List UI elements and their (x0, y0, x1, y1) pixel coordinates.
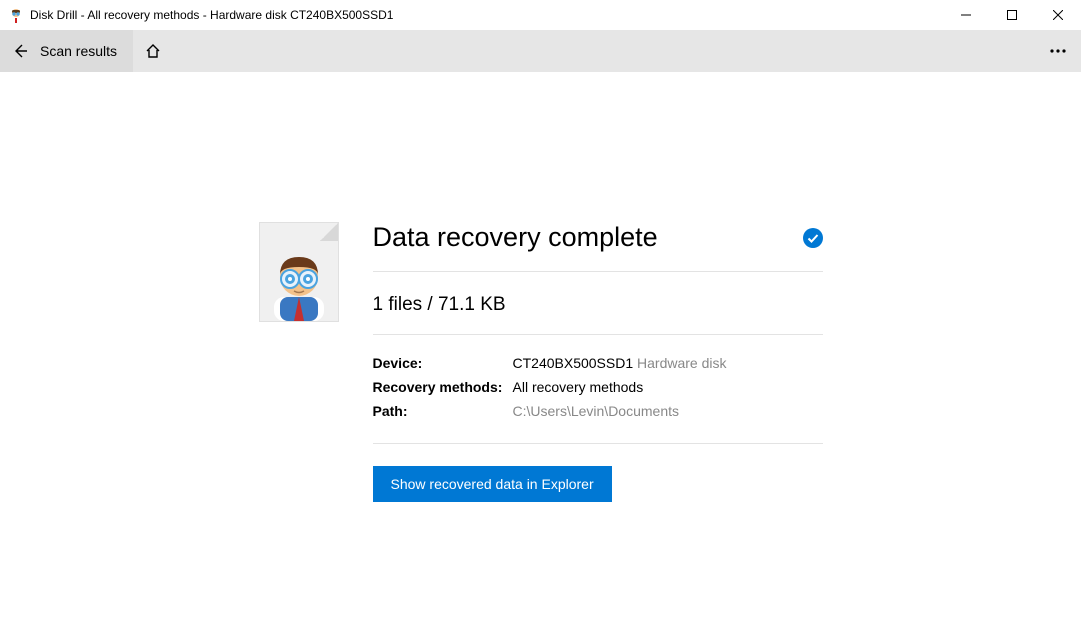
document-icon (259, 222, 339, 322)
device-name: CT240BX500SSD1 (513, 355, 634, 371)
result-heading: Data recovery complete (373, 222, 658, 253)
maximize-button[interactable] (989, 0, 1035, 30)
back-button[interactable] (0, 30, 40, 72)
back-group: Scan results (0, 30, 133, 72)
content-area: Data recovery complete 1 files / 71.1 KB… (0, 72, 1081, 502)
toolbar: Scan results (0, 30, 1081, 72)
scan-results-label: Scan results (40, 43, 133, 59)
home-button[interactable] (133, 30, 173, 72)
checkmark-icon (803, 228, 823, 248)
path-value: C:\Users\Levin\Documents (513, 403, 680, 419)
path-row: Path: C:\Users\Levin\Documents (373, 399, 823, 423)
close-button[interactable] (1035, 0, 1081, 30)
info-table: Device: CT240BX500SSD1 Hardware disk Rec… (373, 335, 823, 444)
header-row: Data recovery complete (373, 222, 823, 272)
app-icon (8, 7, 24, 23)
action-row: Show recovered data in Explorer (373, 444, 823, 502)
details-panel: Data recovery complete 1 files / 71.1 KB… (373, 222, 823, 502)
titlebar: Disk Drill - All recovery methods - Hard… (0, 0, 1081, 30)
show-in-explorer-button[interactable]: Show recovered data in Explorer (373, 466, 612, 502)
minimize-button[interactable] (943, 0, 989, 30)
mascot-icon (266, 249, 332, 321)
methods-row: Recovery methods: All recovery methods (373, 375, 823, 399)
summary-text: 1 files / 71.1 KB (373, 272, 823, 335)
device-type: Hardware disk (637, 355, 726, 371)
methods-label: Recovery methods: (373, 379, 513, 395)
more-button[interactable] (1035, 30, 1081, 72)
window-title: Disk Drill - All recovery methods - Hard… (30, 8, 943, 22)
device-value: CT240BX500SSD1 Hardware disk (513, 355, 727, 371)
device-row: Device: CT240BX500SSD1 Hardware disk (373, 351, 823, 375)
path-label: Path: (373, 403, 513, 419)
methods-value: All recovery methods (513, 379, 644, 395)
window-controls (943, 0, 1081, 30)
result-card: Data recovery complete 1 files / 71.1 KB… (259, 222, 823, 502)
device-label: Device: (373, 355, 513, 371)
